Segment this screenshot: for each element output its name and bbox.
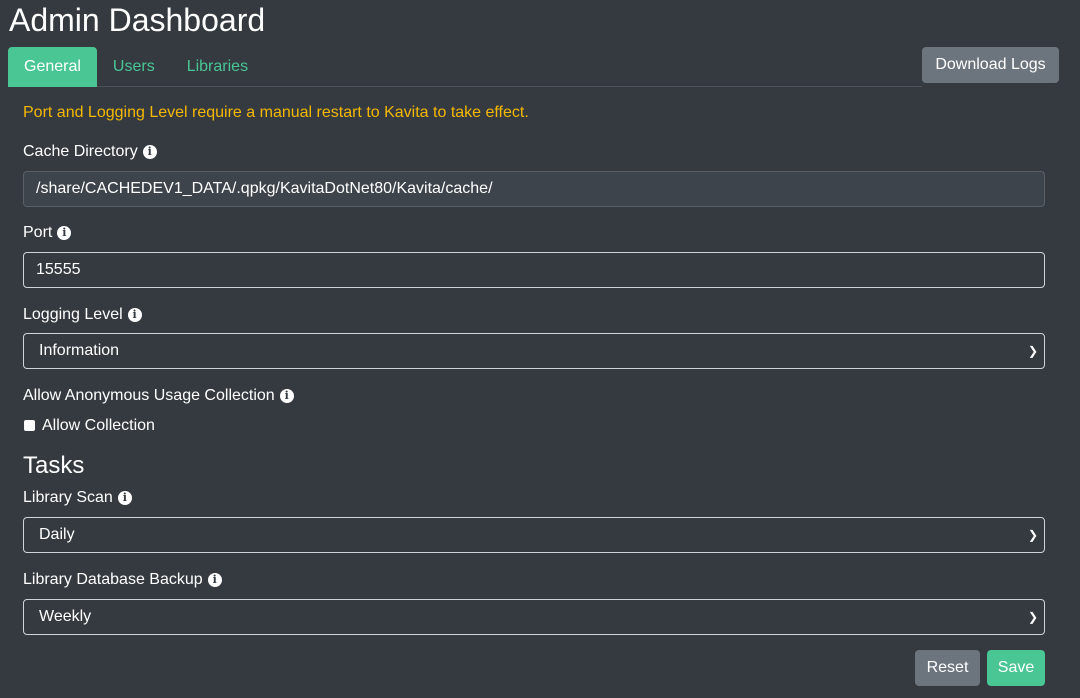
info-icon[interactable]: i [207,573,222,587]
database-backup-label: Library Database Backup i [23,571,222,589]
info-icon[interactable]: i [142,145,157,159]
tab-general[interactable]: General [8,47,97,87]
selected-value: Daily [39,526,75,543]
label-text: Logging Level [23,306,123,323]
restart-warning: Port and Logging Level require a manual … [23,104,529,121]
info-icon[interactable]: i [117,491,132,505]
label-text: Allow Anonymous Usage Collection [23,387,275,404]
database-backup-select[interactable]: Weekly ❯ [23,599,1045,635]
info-icon[interactable]: i [279,389,294,403]
library-scan-label: Library Scan i [23,489,132,507]
tab-libraries[interactable]: Libraries [171,47,264,87]
cache-directory-input[interactable]: /share/CACHEDEV1_DATA/.qpkg/KavitaDotNet… [23,171,1045,207]
allow-collection-checkbox[interactable] [24,420,35,431]
label-text: Library Scan [23,489,113,506]
tab-bar: General Users Libraries [8,47,922,87]
chevron-down-icon: ❯ [1027,344,1038,358]
usage-collection-label: Allow Anonymous Usage Collection i [23,387,294,405]
chevron-down-icon: ❯ [1027,610,1038,624]
port-label: Port i [23,224,72,242]
reset-button[interactable]: Reset [915,650,980,686]
port-input[interactable]: 15555 [23,252,1045,288]
tasks-heading: Tasks [23,452,85,479]
library-scan-select[interactable]: Daily ❯ [23,517,1045,553]
info-icon[interactable]: i [127,308,142,322]
cache-directory-label: Cache Directory i [23,143,157,161]
chevron-down-icon: ❯ [1027,528,1038,542]
label-text: Port [23,224,53,241]
page-title: Admin Dashboard [9,2,266,38]
logging-level-select[interactable]: Information ❯ [23,333,1045,369]
selected-value: Weekly [39,608,92,625]
download-logs-button[interactable]: Download Logs [922,47,1059,83]
info-icon[interactable]: i [57,226,72,240]
allow-collection-label[interactable]: Allow Collection [42,417,155,435]
tab-users[interactable]: Users [97,47,171,87]
logging-level-label: Logging Level i [23,306,142,324]
label-text: Library Database Backup [23,571,203,588]
selected-value: Information [39,342,120,359]
label-text: Cache Directory [23,143,138,160]
save-button[interactable]: Save [987,650,1045,686]
